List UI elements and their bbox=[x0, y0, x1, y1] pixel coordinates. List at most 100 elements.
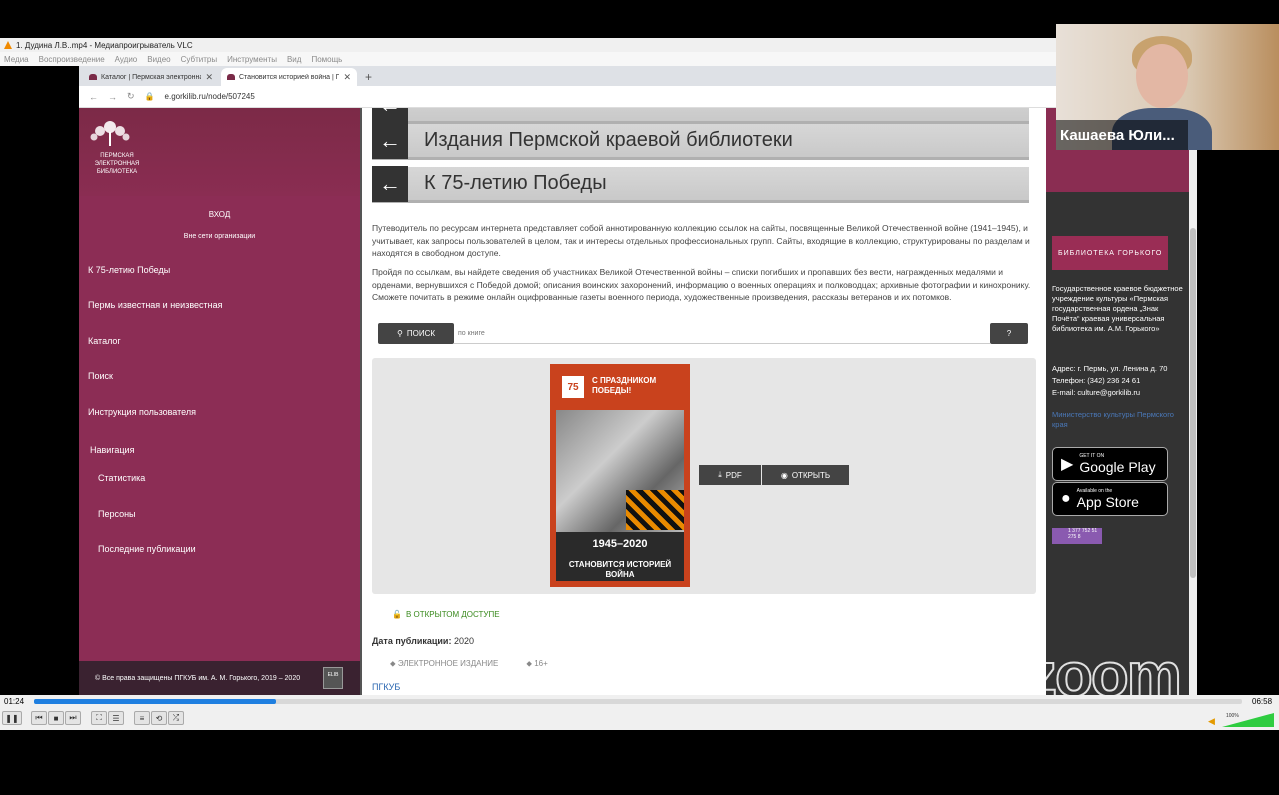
new-tab-icon[interactable]: + bbox=[359, 70, 378, 86]
header-label: Издания Пермской краевой библиотеки bbox=[424, 129, 793, 151]
cover-art: 75 С праздником Победы! 1945–2020 Станов… bbox=[556, 370, 684, 581]
sidebar-item-manual[interactable]: Инструкция пользователя bbox=[88, 407, 196, 417]
vlc-cone-icon bbox=[4, 41, 12, 49]
vlc-menu-playback[interactable]: Воспроизведение bbox=[39, 55, 105, 64]
shuffle-icon: ⤮ bbox=[172, 713, 180, 722]
pdf-label: PDF bbox=[725, 470, 742, 480]
close-tab-icon[interactable]: ✕ bbox=[205, 72, 213, 83]
sidebar-item-search[interactable]: Поиск bbox=[88, 371, 113, 381]
back-arrow-icon[interactable]: ← bbox=[372, 108, 408, 123]
back-arrow-icon[interactable]: ← bbox=[372, 122, 408, 159]
back-arrow-icon[interactable]: ← bbox=[372, 165, 408, 202]
close-tab-icon[interactable]: ✕ bbox=[343, 72, 351, 83]
equalizer-icon: ☰ bbox=[112, 713, 120, 723]
publication-date: Дата публикации: 2020 bbox=[372, 636, 474, 646]
shuffle-button[interactable]: ⤮ bbox=[168, 711, 184, 725]
forward-icon[interactable]: → bbox=[108, 92, 117, 102]
tags: ⬥ ЭЛЕКТРОННОЕ ИЗДАНИЕ ⬥ 16+ bbox=[390, 659, 548, 669]
nav-item-persons[interactable]: Персоны bbox=[98, 509, 136, 519]
header-perm-library[interactable]: ← Издания Пермской краевой библиотеки bbox=[372, 122, 1029, 160]
app-store-badge[interactable]: ● Available on the App Store bbox=[1052, 482, 1168, 516]
open-access: 🔓 В ОТКРЫТОМ ДОСТУПЕ bbox=[392, 610, 500, 619]
playlist-button[interactable]: ≡ bbox=[134, 711, 150, 725]
loop-button[interactable]: ⟲ bbox=[151, 711, 167, 725]
search-button[interactable]: ⚲ ПОИСК bbox=[378, 323, 454, 344]
description-1: Путеводитель по ресурсам интернета предс… bbox=[372, 223, 1030, 258]
zoom-video-tile: Кашаева Юли... bbox=[1056, 24, 1279, 150]
lock-icon[interactable]: 🔒 bbox=[145, 92, 155, 101]
time-elapsed: 01:24 bbox=[4, 697, 25, 706]
sidebar-item-victory-75[interactable]: К 75-летию Победы bbox=[88, 265, 170, 275]
gorky-library-logo[interactable]: БИБЛИОТЕКА ГОРЬКОГО bbox=[1052, 236, 1168, 270]
book-cover[interactable]: 75 С праздником Победы! 1945–2020 Станов… bbox=[550, 364, 690, 587]
seek-bar[interactable] bbox=[34, 699, 1242, 704]
vlc-title-bar: 1. Дудина Л.В..mp4 - Медиапроигрыватель … bbox=[0, 38, 1056, 52]
vlc-menu-audio[interactable]: Аудио bbox=[115, 55, 138, 64]
vlc-menu-view[interactable]: Вид bbox=[287, 55, 301, 64]
reload-icon[interactable]: ↻ bbox=[127, 91, 135, 102]
open-button[interactable]: ◉ ОТКРЫТЬ bbox=[762, 465, 849, 485]
tag-icon: ⬥ bbox=[390, 659, 396, 668]
next-button[interactable]: ⏭ bbox=[65, 711, 81, 725]
browser-tab-active[interactable]: Становится историей война | П ✕ bbox=[221, 68, 357, 86]
org-name: Государственное краевое бюджетное учрежд… bbox=[1052, 284, 1183, 333]
browser-tab-bar: Каталог | Пермская электронна ✕ Становит… bbox=[79, 66, 1056, 86]
tab-label: Становится историей война | П bbox=[239, 73, 340, 81]
cover-years: 1945–2020 bbox=[592, 538, 648, 550]
pause-button[interactable]: ❚❚ bbox=[2, 711, 22, 725]
address-bar[interactable]: e.gorkilib.ru/node/507245 bbox=[165, 92, 255, 101]
login-link[interactable]: ВХОД bbox=[79, 210, 360, 219]
nav-item-statistics[interactable]: Статистика bbox=[98, 473, 145, 483]
copyright-text: © Все права защищены ПГКУБ им. А. М. Гор… bbox=[95, 674, 301, 682]
unlock-icon: 🔓 bbox=[392, 610, 402, 619]
search-row: ⚲ ПОИСК ? bbox=[378, 323, 1028, 344]
vlc-menu-tools[interactable]: Инструменты bbox=[227, 55, 277, 64]
ministry-link[interactable]: Министерство культуры Пермского края bbox=[1052, 410, 1186, 430]
nav-item-latest[interactable]: Последние публикации bbox=[98, 544, 196, 554]
fullscreen-button[interactable]: ⛶ bbox=[91, 711, 107, 725]
site-favicon-icon bbox=[89, 74, 97, 80]
visit-counter[interactable]: 1 377 752 51 275 8 bbox=[1052, 528, 1102, 544]
phone: Телефон: (342) 236 24 61 bbox=[1052, 376, 1141, 385]
header-victory-75[interactable]: ← К 75-летию Победы bbox=[372, 165, 1029, 203]
prev-icon: ⏮ bbox=[35, 713, 43, 722]
header-partial: ← bbox=[372, 108, 1029, 124]
vlc-menu-video[interactable]: Видео bbox=[147, 55, 170, 64]
library-tree-logo-icon[interactable] bbox=[87, 118, 133, 148]
vlc-menu-subtitles[interactable]: Субтитры bbox=[181, 55, 217, 64]
back-icon[interactable]: ← bbox=[89, 92, 98, 102]
pubdate-label: Дата публикации: bbox=[372, 636, 452, 646]
speaker-icon[interactable]: ◀ bbox=[1208, 716, 1215, 727]
sidebar: Пермская электронная библиотека ВХОД Вне… bbox=[79, 108, 360, 695]
elib-badge-icon[interactable]: ELIB bbox=[323, 667, 343, 689]
tag-age[interactable]: ⬥ 16+ bbox=[526, 659, 547, 669]
vlc-menu-media[interactable]: Медиа bbox=[4, 55, 29, 64]
download-icon: ⤓ bbox=[718, 470, 722, 479]
scrollbar-thumb[interactable] bbox=[1190, 228, 1196, 578]
sidebar-footer: © Все права защищены ПГКУБ им. А. М. Гор… bbox=[79, 661, 360, 695]
sidebar-item-perm[interactable]: Пермь известная и неизвестная bbox=[88, 300, 222, 310]
extended-settings-button[interactable]: ☰ bbox=[108, 711, 124, 725]
search-button-label: ПОИСК bbox=[406, 329, 436, 338]
pdf-button[interactable]: ⤓ PDF bbox=[699, 465, 761, 485]
browser-tab-catalog[interactable]: Каталог | Пермская электронна ✕ bbox=[83, 68, 219, 86]
help-button[interactable]: ? bbox=[990, 323, 1028, 344]
volume-label: 100% bbox=[1226, 713, 1239, 719]
page-scrollbar[interactable] bbox=[1189, 108, 1197, 695]
stop-button[interactable]: ■ bbox=[48, 711, 64, 725]
time-total: 06:58 bbox=[1252, 697, 1273, 706]
nav-title: Навигация bbox=[90, 445, 135, 455]
cover-title: С праздником Победы! bbox=[592, 376, 657, 395]
vlc-menu-help[interactable]: Помощь bbox=[311, 55, 342, 64]
main-content: ← ← Издания Пермской краевой библиотеки … bbox=[362, 108, 1046, 695]
cover-subtitle: Становится историей война bbox=[568, 560, 672, 579]
fullscreen-icon: ⛶ bbox=[96, 713, 102, 722]
search-input[interactable] bbox=[454, 323, 990, 344]
prev-button[interactable]: ⏮ bbox=[31, 711, 47, 725]
email[interactable]: E-mail: culture@gorkilib.ru bbox=[1052, 388, 1186, 398]
google-play-badge[interactable]: ▶ GET IT ON Google Play bbox=[1052, 447, 1168, 481]
browser-toolbar: ← → ↻ 🔒 e.gorkilib.ru/node/507245 bbox=[79, 86, 1056, 108]
tag-electronic[interactable]: ⬥ ЭЛЕКТРОННОЕ ИЗДАНИЕ bbox=[390, 659, 498, 669]
publisher-link[interactable]: ПГКУБ bbox=[372, 682, 400, 692]
sidebar-item-catalog[interactable]: Каталог bbox=[88, 336, 121, 346]
